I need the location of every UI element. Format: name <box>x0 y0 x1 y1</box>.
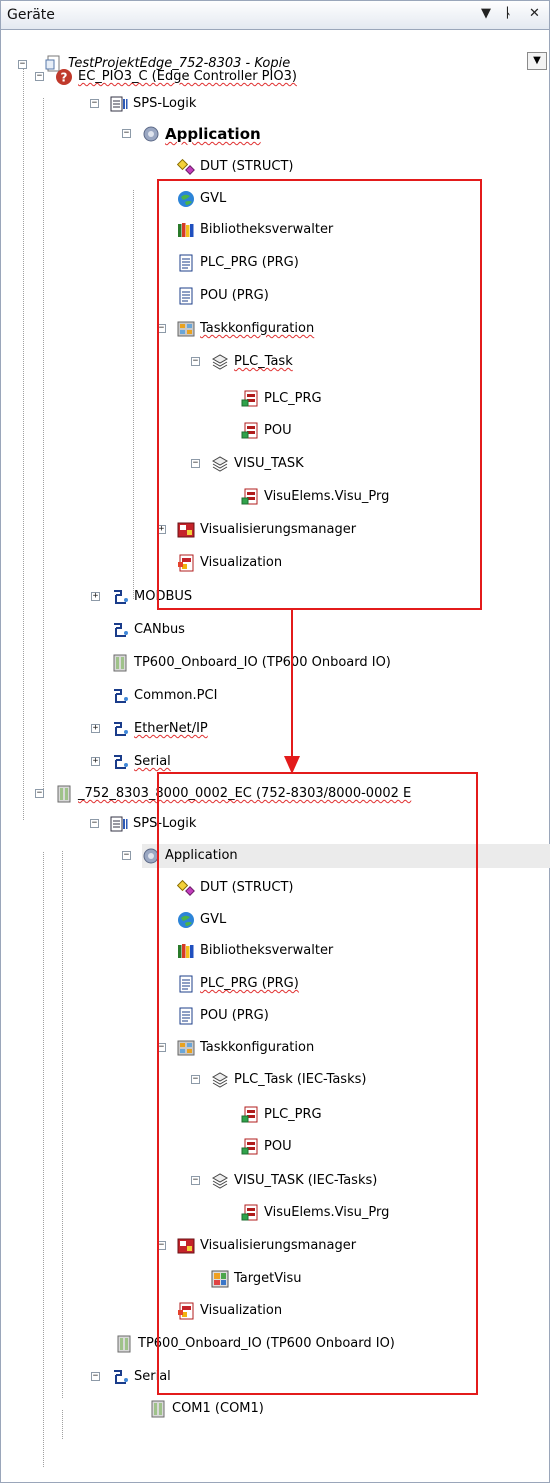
plc-logic-icon <box>110 96 128 112</box>
pin-icon[interactable]: ᚿ <box>504 6 512 21</box>
dut-icon <box>177 158 195 175</box>
tree-label: COM1 (COM1) <box>172 1401 264 1416</box>
collapse-icon[interactable]: − <box>35 72 44 81</box>
fieldbus-icon <box>114 755 128 769</box>
collapse-icon[interactable]: − <box>18 60 27 69</box>
expand-icon[interactable]: + <box>91 592 100 601</box>
panel-title: Geräte <box>7 7 55 23</box>
chevron-down-icon[interactable]: ▼ <box>481 6 491 21</box>
application-icon <box>143 126 159 142</box>
fieldbus-icon <box>114 590 128 604</box>
tree-item-application-1[interactable]: Application <box>142 122 261 146</box>
fieldbus-icon <box>114 623 128 637</box>
collapse-icon[interactable]: − <box>91 1372 100 1381</box>
io-module-icon <box>151 1400 165 1418</box>
collapse-icon[interactable]: − <box>35 789 44 798</box>
project-dropdown-button[interactable]: ▼ <box>527 52 547 70</box>
collapse-icon[interactable]: − <box>90 819 99 828</box>
fieldbus-icon <box>114 689 128 703</box>
collapse-icon[interactable]: − <box>122 851 131 860</box>
tree-item-dut-1[interactable]: DUT (STRUCT) <box>177 155 294 179</box>
tree-item-serial-1[interactable]: Serial <box>111 750 171 774</box>
tree-item-ethernet-ip[interactable]: EtherNet/IP <box>111 717 208 741</box>
annotation-arrow <box>284 610 300 774</box>
annotation-box-bottom <box>157 772 478 1395</box>
io-module-icon <box>117 1335 131 1353</box>
tree-item-com1[interactable]: COM1 (COM1) <box>149 1397 264 1421</box>
tree-label: SPS-Logik <box>133 96 197 111</box>
tree-label: EtherNet/IP <box>134 721 208 736</box>
io-module-icon <box>113 654 127 672</box>
tree-label: Application <box>165 125 261 143</box>
tree-item-sps-logik-1[interactable]: SPS-Logik <box>110 92 196 116</box>
tree-item-device-edge-controller[interactable]: ? EC_PIO3_C (Edge Controller PIO3) <box>55 65 297 89</box>
fieldbus-icon <box>114 722 128 736</box>
tree-label: EC_PIO3_C (Edge Controller PIO3) <box>78 69 297 84</box>
tree-label: Serial <box>134 754 171 769</box>
tree-label: DUT (STRUCT) <box>200 159 294 174</box>
close-icon[interactable]: ✕ <box>529 6 540 21</box>
panel-titlebar: Geräte ▼ ᚿ ✕ <box>0 0 550 30</box>
annotation-box-top <box>157 179 482 610</box>
tree-label: Common.PCI <box>134 688 218 703</box>
collapse-icon[interactable]: − <box>122 129 131 138</box>
collapse-icon[interactable]: − <box>90 99 99 108</box>
tree-label: CANbus <box>134 622 185 637</box>
expand-icon[interactable]: + <box>91 757 100 766</box>
plc-logic-icon <box>110 816 128 832</box>
expand-icon[interactable]: + <box>91 724 100 733</box>
tree-item-canbus[interactable]: CANbus <box>111 618 185 642</box>
error-icon: ? <box>56 69 72 85</box>
io-module-icon <box>57 785 71 803</box>
tree-label: TP600_Onboard_IO (TP600 Onboard IO) <box>134 655 391 670</box>
tree-item-tp600-1[interactable]: TP600_Onboard_IO (TP600 Onboard IO) <box>111 651 391 675</box>
tree-item-common-pci[interactable]: Common.PCI <box>111 684 217 708</box>
svg-text:?: ? <box>61 71 68 85</box>
fieldbus-icon <box>114 1370 128 1384</box>
